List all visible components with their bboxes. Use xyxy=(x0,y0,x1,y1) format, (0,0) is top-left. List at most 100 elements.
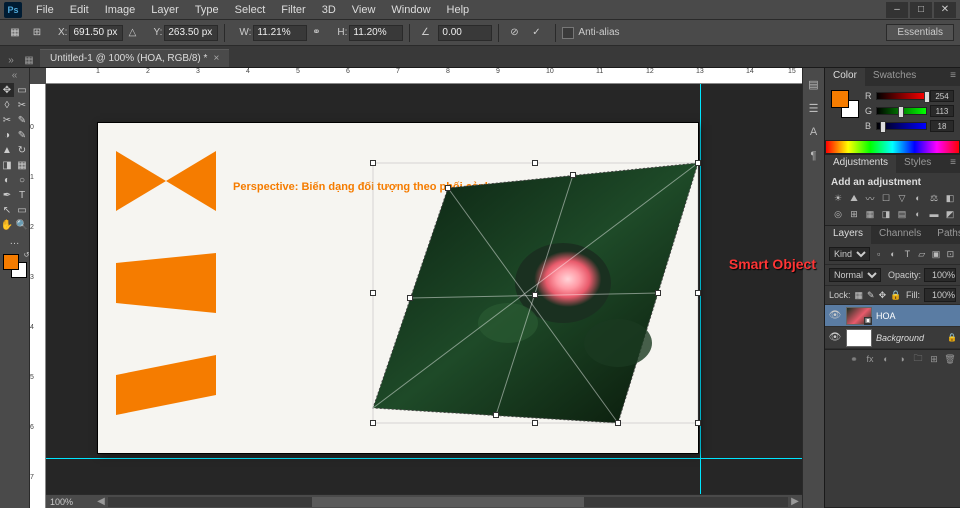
edit-toolbar[interactable]: … xyxy=(8,234,22,248)
document-tab[interactable]: Untitled-1 @ 100% (HOA, RGB/8) * × xyxy=(40,49,229,67)
layer-fx-icon[interactable]: fx xyxy=(864,353,876,365)
menu-file[interactable]: File xyxy=(28,2,62,18)
lock-transparency-icon[interactable]: ▦ xyxy=(855,290,864,301)
filter-adjustment-icon[interactable]: ◐ xyxy=(887,248,898,260)
transform-handle[interactable] xyxy=(370,420,376,426)
transform-center-handle[interactable] xyxy=(532,292,538,298)
transformed-image[interactable] xyxy=(368,143,688,443)
transform-handle[interactable] xyxy=(615,420,621,426)
filter-pixel-icon[interactable]: ▫ xyxy=(873,248,884,260)
eyedropper-tool[interactable]: ✎ xyxy=(15,113,29,127)
transform-handle[interactable] xyxy=(570,172,576,178)
delta-icon[interactable]: △ xyxy=(123,24,141,42)
vertical-ruler[interactable]: 0 1 2 3 4 5 6 7 xyxy=(30,84,46,508)
brush-tool[interactable]: ✎ xyxy=(15,128,29,142)
layer-mask-icon[interactable]: ◐ xyxy=(880,353,892,365)
layer-thumb[interactable] xyxy=(846,329,872,347)
tab-color[interactable]: Color xyxy=(825,68,865,86)
eraser-tool[interactable]: ◨ xyxy=(0,158,14,172)
opacity-field[interactable] xyxy=(924,268,956,282)
transform-handle[interactable] xyxy=(407,295,413,301)
exposure-icon[interactable]: ☐ xyxy=(879,191,893,205)
close-button[interactable]: ✕ xyxy=(934,2,956,18)
minimize-button[interactable]: – xyxy=(886,2,908,18)
menu-3d[interactable]: 3D xyxy=(314,2,344,18)
menu-edit[interactable]: Edit xyxy=(62,2,97,18)
pen-tool[interactable]: ✒ xyxy=(0,188,14,202)
tab-paths[interactable]: Paths xyxy=(929,226,960,244)
filter-smartobject-icon[interactable]: ▣ xyxy=(930,248,941,260)
g-slider[interactable] xyxy=(876,107,927,115)
selectivecolor-icon[interactable]: ◩ xyxy=(943,207,957,221)
ruler-origin[interactable] xyxy=(30,68,46,84)
canvas-area[interactable]: 1 2 3 4 5 6 7 8 9 10 11 12 13 14 15 0 1 … xyxy=(30,68,802,508)
gradientmap-icon[interactable]: ▬ xyxy=(927,207,941,221)
layer-row[interactable]: 👁 ▣ HOA xyxy=(825,305,960,327)
curves-icon[interactable]: 〰 xyxy=(863,191,877,205)
b-value[interactable]: 18 xyxy=(930,120,954,132)
menu-view[interactable]: View xyxy=(344,2,384,18)
r-value[interactable]: 254 xyxy=(930,90,954,102)
expand-panels-icon[interactable]: » xyxy=(4,53,18,67)
menu-window[interactable]: Window xyxy=(383,2,438,18)
transform-handle[interactable] xyxy=(532,160,538,166)
link-layers-icon[interactable]: ⚭ xyxy=(848,353,860,365)
layer-name[interactable]: Background xyxy=(876,333,943,343)
hand-tool[interactable]: ✋ xyxy=(0,218,14,232)
filter-type-icon[interactable]: T xyxy=(902,248,913,260)
type-tool[interactable]: T xyxy=(15,188,29,202)
transform-handle[interactable] xyxy=(532,420,538,426)
g-value[interactable]: 113 xyxy=(930,105,954,117)
character-panel-icon[interactable]: A xyxy=(806,124,822,140)
colorlookup-icon[interactable]: ▦ xyxy=(863,207,877,221)
scroll-right-icon[interactable]: ▶ xyxy=(788,496,802,507)
gradient-tool[interactable]: ▦ xyxy=(15,158,29,172)
lock-position-icon[interactable]: ✥ xyxy=(879,290,887,301)
menu-layer[interactable]: Layer xyxy=(143,2,187,18)
dodge-tool[interactable]: ○ xyxy=(15,173,29,187)
vibrance-icon[interactable]: ▽ xyxy=(895,191,909,205)
invert-icon[interactable]: ◨ xyxy=(879,207,893,221)
bw-icon[interactable]: ◧ xyxy=(943,191,957,205)
scroll-left-icon[interactable]: ◀ xyxy=(94,496,108,507)
lasso-tool[interactable]: ◊ xyxy=(0,98,14,112)
colorbalance-icon[interactable]: ⚖ xyxy=(927,191,941,205)
h-field[interactable] xyxy=(349,25,403,41)
stamp-tool[interactable]: ▲ xyxy=(0,143,14,157)
paragraph-panel-icon[interactable]: ¶ xyxy=(806,148,822,164)
history-brush-tool[interactable]: ↻ xyxy=(15,143,29,157)
transform-handle[interactable] xyxy=(695,160,701,166)
filter-shape-icon[interactable]: ▱ xyxy=(916,248,927,260)
path-select-tool[interactable]: ↖ xyxy=(0,203,14,217)
swap-colors-icon[interactable]: ↺ xyxy=(24,251,30,259)
close-tab-icon[interactable]: × xyxy=(213,53,219,64)
channelmixer-icon[interactable]: ⊞ xyxy=(847,207,861,221)
layer-row[interactable]: 👁 Background 🔒 xyxy=(825,327,960,349)
layer-thumb[interactable]: ▣ xyxy=(846,307,872,325)
crop-tool[interactable]: ✂ xyxy=(0,113,14,127)
workspace-switcher[interactable]: Essentials xyxy=(886,24,954,41)
posterize-icon[interactable]: ▤ xyxy=(895,207,909,221)
transform-handle[interactable] xyxy=(655,290,661,296)
menu-image[interactable]: Image xyxy=(97,2,144,18)
visibility-icon[interactable]: 👁 xyxy=(828,310,842,321)
transform-handle[interactable] xyxy=(370,160,376,166)
reference-point-icon[interactable]: ⊞ xyxy=(28,24,46,42)
tab-swatches[interactable]: Swatches xyxy=(865,68,924,86)
layer-filter-kind[interactable]: Kind xyxy=(829,247,870,261)
hue-icon[interactable]: ◐ xyxy=(911,191,925,205)
horizontal-ruler[interactable]: 1 2 3 4 5 6 7 8 9 10 11 12 13 14 15 xyxy=(46,68,802,84)
menu-filter[interactable]: Filter xyxy=(273,2,313,18)
quick-select-tool[interactable]: ✂ xyxy=(15,98,29,112)
b-slider[interactable] xyxy=(876,122,927,130)
link-icon[interactable]: ⚭ xyxy=(307,24,325,42)
angle-field[interactable] xyxy=(438,25,492,41)
w-field[interactable] xyxy=(253,25,307,41)
blend-mode-select[interactable]: Normal xyxy=(829,268,881,282)
color-swatch[interactable]: ↺ xyxy=(3,254,27,278)
zoom-tool[interactable]: 🔍 xyxy=(15,218,29,232)
threshold-icon[interactable]: ◐ xyxy=(911,207,925,221)
blur-tool[interactable]: ◐ xyxy=(0,173,14,187)
toolbox-collapse-icon[interactable]: « xyxy=(12,70,18,81)
tab-layers[interactable]: Layers xyxy=(825,226,871,244)
